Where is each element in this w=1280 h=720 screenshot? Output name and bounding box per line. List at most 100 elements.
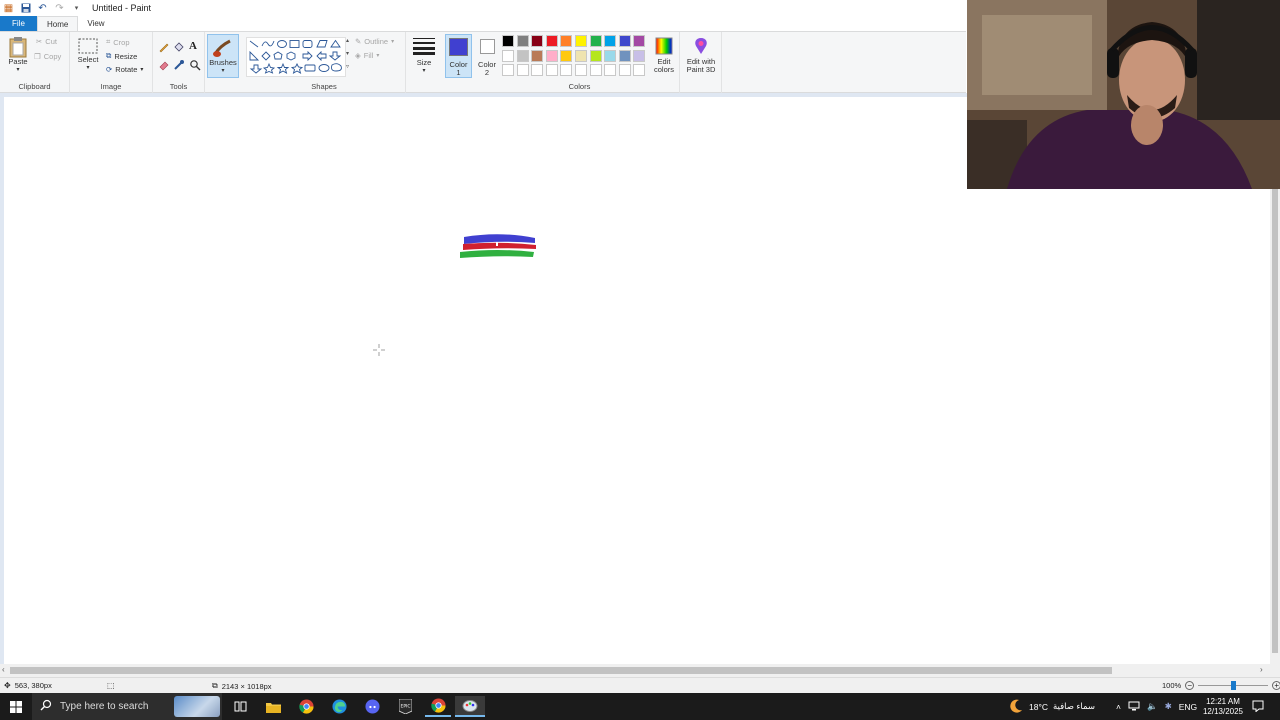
crosshair-cursor-icon xyxy=(373,344,385,356)
edge-icon[interactable] xyxy=(326,696,352,717)
tab-file[interactable]: File xyxy=(0,16,37,31)
search-highlight-image-icon xyxy=(174,696,220,717)
palette-swatch[interactable] xyxy=(545,49,558,62)
palette-swatch[interactable] xyxy=(618,35,631,47)
fill-dropdown-icon: ▾ xyxy=(376,53,380,59)
palette-swatch[interactable] xyxy=(545,35,558,47)
zoom-slider-thumb[interactable] xyxy=(1230,681,1236,690)
palette-swatch[interactable] xyxy=(575,35,587,47)
fill-bucket-icon[interactable] xyxy=(173,41,185,53)
zoom-slider[interactable] xyxy=(1198,681,1269,690)
ribbon-tabs: File Home View xyxy=(0,16,114,31)
start-button[interactable] xyxy=(0,693,32,720)
shapes-more-icon[interactable]: ▿ xyxy=(346,63,349,70)
screen: ▦ ↶ ↷ ▾ Untitled - Paint File Home View … xyxy=(0,0,1280,720)
palette-swatch[interactable] xyxy=(589,35,602,47)
palette-swatch[interactable] xyxy=(531,64,544,76)
language-indicator[interactable]: ENG xyxy=(1179,702,1197,712)
palette-swatch[interactable] xyxy=(633,64,646,76)
notification-icon xyxy=(1252,700,1264,714)
palette-swatch[interactable] xyxy=(560,64,573,76)
chrome-icon-2[interactable] xyxy=(425,696,451,717)
weather-widget[interactable]: 18°C سماء صافية xyxy=(1008,693,1095,720)
palette-swatch[interactable] xyxy=(589,64,602,76)
eraser-icon[interactable] xyxy=(158,59,170,71)
zoom-out-icon[interactable]: − xyxy=(1185,681,1195,690)
color1-swatch xyxy=(449,38,468,56)
tab-home[interactable]: Home xyxy=(37,16,79,31)
copy-button[interactable]: ❐ Copy xyxy=(34,52,61,61)
color2-button[interactable]: Color 2 xyxy=(475,34,499,78)
tab-view[interactable]: View xyxy=(78,16,113,31)
select-button[interactable]: Select ▾ xyxy=(76,38,100,72)
cut-button[interactable]: ✂ Cut xyxy=(36,37,57,46)
redo-icon[interactable]: ↷ xyxy=(54,3,65,14)
palette-swatch[interactable] xyxy=(604,49,617,62)
palette-swatch[interactable] xyxy=(502,49,514,62)
palette-swatch[interactable] xyxy=(618,49,631,62)
paste-button[interactable]: Paste ▾ xyxy=(5,36,31,74)
taskbar-search-box[interactable]: Type here to search xyxy=(32,693,222,720)
palette-swatch[interactable] xyxy=(502,35,514,47)
palette-swatch[interactable] xyxy=(560,35,573,47)
canvas-size-icon: ⧉ xyxy=(212,681,218,690)
save-icon[interactable] xyxy=(20,3,31,14)
undo-icon[interactable]: ↶ xyxy=(37,3,48,14)
palette-swatch[interactable] xyxy=(589,49,602,62)
palette-swatch[interactable] xyxy=(604,64,617,76)
webcam-overlay xyxy=(967,0,1280,189)
palette-swatch[interactable] xyxy=(516,49,529,62)
palette-swatch[interactable] xyxy=(516,64,529,76)
bluetooth-icon[interactable]: ✱ xyxy=(1165,701,1172,712)
fill-button[interactable]: ◈ Fill ▾ xyxy=(355,51,379,60)
crop-button[interactable]: ⌗ Crop xyxy=(106,37,130,47)
task-view-icon[interactable] xyxy=(227,696,253,717)
color1-button[interactable]: Color 1 xyxy=(445,34,472,78)
resize-label: Resize xyxy=(114,51,138,61)
palette-swatch[interactable] xyxy=(545,64,558,76)
brushes-button[interactable]: Brushes ▾ xyxy=(207,34,239,78)
palette-swatch[interactable] xyxy=(531,49,544,62)
palette-swatch[interactable] xyxy=(560,49,573,62)
color-picker-icon[interactable] xyxy=(173,59,185,71)
shapes-scroll-down-icon[interactable]: ▾ xyxy=(346,50,349,57)
shapes-gallery[interactable] xyxy=(246,37,346,77)
scroll-left-icon[interactable]: ‹ xyxy=(2,665,5,674)
size-button[interactable]: Size ▾ xyxy=(410,37,438,75)
epic-games-icon[interactable]: EPIC xyxy=(392,696,418,717)
outline-button[interactable]: ✎ Outline ▾ xyxy=(355,37,394,46)
palette-swatch[interactable] xyxy=(575,49,587,62)
notifications-button[interactable] xyxy=(1252,693,1264,720)
line-size-icon xyxy=(413,37,435,55)
edit-with-paint3d-button[interactable]: Edit with Paint 3D xyxy=(682,37,720,74)
palette-swatch[interactable] xyxy=(516,35,529,47)
palette-swatch[interactable] xyxy=(531,35,544,47)
horizontal-scroll-thumb[interactable] xyxy=(10,667,1112,674)
magnifier-icon[interactable] xyxy=(189,59,201,71)
paint-taskbar-icon[interactable] xyxy=(455,696,485,717)
zoom-in-icon[interactable]: + xyxy=(1272,681,1280,690)
clock[interactable]: 12:21 AM 12/13/2025 xyxy=(1196,693,1250,720)
resize-button[interactable]: ⧉ Resize xyxy=(106,51,137,61)
shapes-scroll-up-icon[interactable]: ▴ xyxy=(346,37,349,44)
image-group: Select ▾ ⌗ Crop ⧉ Resize ⟳ Rotate ▾ Imag… xyxy=(70,32,153,93)
palette-swatch[interactable] xyxy=(633,35,646,47)
palette-swatch[interactable] xyxy=(604,35,617,47)
palette-swatch[interactable] xyxy=(502,64,514,76)
pencil-icon[interactable] xyxy=(158,41,170,53)
edit-colors-button[interactable]: Edit colors xyxy=(650,37,678,74)
text-tool-icon[interactable]: A xyxy=(189,40,197,52)
rotate-button[interactable]: ⟳ Rotate ▾ xyxy=(106,65,143,74)
volume-icon[interactable]: 🔈 xyxy=(1147,701,1158,712)
palette-swatch[interactable] xyxy=(618,64,631,76)
tray-overflow-icon[interactable]: ˄ xyxy=(1116,702,1121,712)
scroll-right-icon[interactable]: › xyxy=(1260,665,1263,674)
file-explorer-icon[interactable] xyxy=(260,696,286,717)
network-icon[interactable] xyxy=(1128,701,1140,713)
palette-swatch[interactable] xyxy=(633,49,646,62)
palette-swatch[interactable] xyxy=(575,64,587,76)
horizontal-scrollbar[interactable]: ‹ › xyxy=(0,664,1280,677)
chrome-icon[interactable] xyxy=(293,696,319,717)
customize-toolbar-icon[interactable]: ▾ xyxy=(71,3,82,14)
discord-icon[interactable] xyxy=(359,696,385,717)
